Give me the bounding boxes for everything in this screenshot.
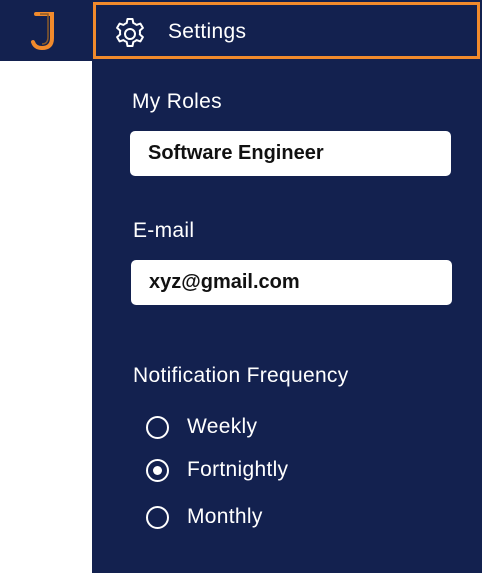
radio-label: Weekly: [187, 415, 258, 438]
notification-frequency-label: Notification Frequency: [133, 364, 349, 387]
j-logo-icon[interactable]: [22, 8, 66, 52]
email-field[interactable]: xyz@gmail.com: [131, 260, 452, 305]
radio-option-fortnightly[interactable]: Fortnightly: [146, 458, 288, 482]
radio-label: Fortnightly: [187, 458, 289, 481]
radio-label: Monthly: [187, 505, 263, 528]
settings-header[interactable]: Settings: [93, 2, 480, 59]
radio-option-weekly[interactable]: Weekly: [146, 415, 257, 439]
roles-label: My Roles: [132, 90, 222, 113]
email-label: E-mail: [133, 219, 195, 242]
roles-field[interactable]: Software Engineer: [130, 131, 451, 176]
settings-title: Settings: [168, 20, 247, 43]
settings-panel: My Roles Software Engineer E-mail xyz@gm…: [92, 61, 482, 573]
radio-button[interactable]: [146, 505, 169, 529]
radio-button-selected[interactable]: [146, 458, 169, 482]
gear-icon: [116, 18, 144, 47]
radio-option-monthly[interactable]: Monthly: [146, 505, 263, 529]
radio-button[interactable]: [146, 415, 169, 439]
